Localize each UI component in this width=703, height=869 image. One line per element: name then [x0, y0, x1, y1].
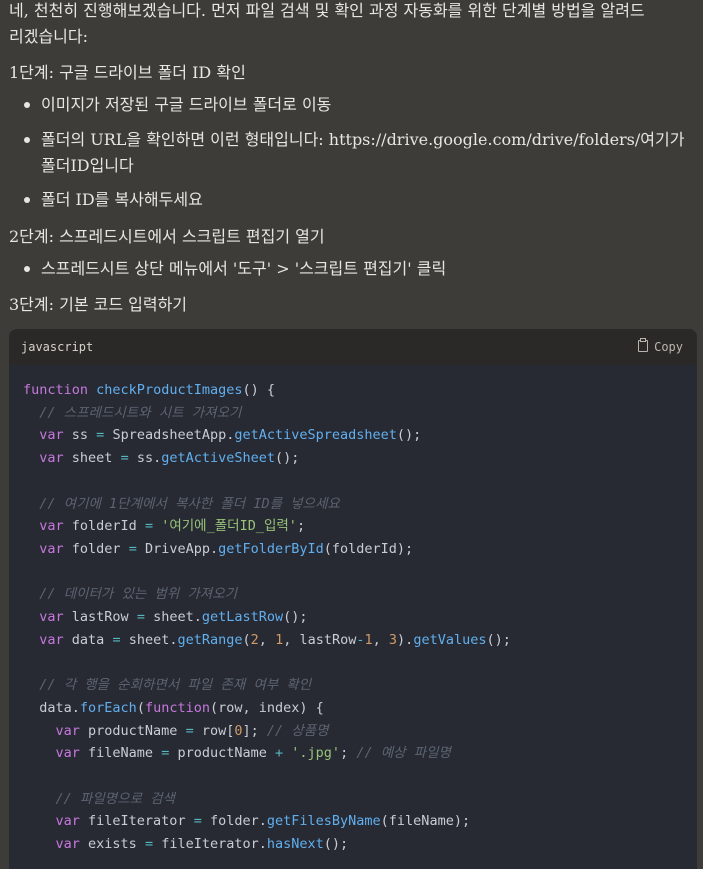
code-language-label: javascript: [21, 340, 94, 354]
bullet-icon: [24, 137, 30, 143]
code-block: javascript Copy function checkProductIma…: [9, 329, 697, 869]
code-line: var productName = row[0]; // 상품명: [55, 722, 329, 739]
list-item-text: 이미지가 저장된 구글 드라이브 폴더로 이동: [41, 95, 332, 114]
code-line: data.forEach(function(row, index) {: [23, 699, 324, 716]
code-line: function checkProductImages() {: [23, 382, 275, 398]
step-2-title: 2단계: 스프레드시트에서 스크립트 편집기 열기: [9, 227, 325, 246]
code-line: // 데이터가 있는 범위 가져오기: [39, 586, 238, 603]
code-block-header: javascript Copy: [9, 329, 697, 365]
code-line: var fileName = productName + '.jpg'; // …: [55, 745, 451, 762]
code-line: // 파일명으로 검색: [55, 790, 175, 807]
code-line: var sheet = ss.getActiveSheet();: [39, 450, 300, 467]
chat-message: 네, 천천히 진행해보겠습니다. 먼저 파일 검색 및 확인 과정 자동화를 위…: [0, 0, 703, 869]
code-line: var exists = fileIterator.hasNext();: [55, 836, 349, 852]
code-line: var lastRow = sheet.getLastRow();: [39, 609, 308, 625]
code-line: var data = sheet.getRange(2, 1, lastRow-…: [39, 631, 511, 648]
code-line: var folderId = '여기에_폴더ID_입력';: [39, 518, 306, 535]
bullet-icon: [24, 266, 30, 272]
step-3-title: 3단계: 기본 코드 입력하기: [9, 295, 188, 314]
code-block-body[interactable]: function checkProductImages() { // 스프레드시…: [9, 365, 697, 869]
list-item-text: 폴더의 URL을 확인하면 이런 형태입니다: https://drive.go…: [41, 130, 685, 149]
copy-button[interactable]: Copy: [638, 338, 683, 354]
bullet-icon: [24, 197, 30, 203]
code-line: var ss = SpreadsheetApp.getActiveSpreads…: [39, 427, 422, 444]
list-item-text: 스프레드시트 상단 메뉴에서 '도구' > '스크립트 편집기' 클릭: [41, 259, 447, 278]
code-line: var fileIterator = folder.getFilesByName…: [55, 813, 471, 830]
clipboard-icon: [638, 338, 649, 352]
copy-label: Copy: [654, 340, 683, 354]
step-1-title: 1단계: 구글 드라이브 폴더 ID 확인: [9, 63, 246, 82]
intro-line-1: 네, 천천히 진행해보겠습니다. 먼저 파일 검색 및 확인 과정 자동화를 위…: [9, 1, 645, 20]
bullet-icon: [24, 102, 30, 108]
intro-line-2: 리겠습니다:: [9, 27, 88, 46]
list-item-text: 폴더 ID를 복사해두세요: [41, 190, 203, 209]
code-line: // 여기에 1단계에서 복사한 폴더 ID를 넣으세요: [39, 495, 340, 512]
code-line: var folder = DriveApp.getFolderById(fold…: [39, 540, 414, 557]
code-line: // 스프레드시트와 시트 가져오기: [39, 404, 242, 421]
code-line: // 각 행을 순회하면서 파일 존재 여부 확인: [39, 677, 312, 694]
list-item-text: 폴더ID입니다: [41, 156, 134, 175]
